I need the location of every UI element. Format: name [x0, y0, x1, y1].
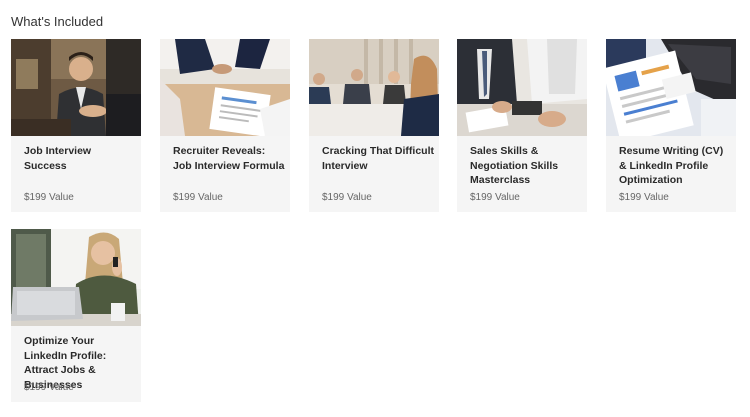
cv-laptop-photo[interactable] — [606, 39, 736, 136]
course-title[interactable]: Resume Writing (CV) & LinkedIn Profile O… — [619, 144, 731, 188]
course-value: $199 Value — [619, 192, 669, 203]
handshake-office-photo[interactable] — [11, 39, 141, 136]
course-value: $199 Value — [470, 192, 520, 203]
course-card-cracking-interview[interactable]: Cracking That Difficult Interview $199 V… — [309, 39, 439, 212]
course-card-sales-skills[interactable]: Sales Skills & Negotiation Skills Master… — [457, 39, 587, 212]
course-value: $199 Value — [24, 192, 74, 203]
negotiation-meeting-photo[interactable] — [457, 39, 587, 136]
course-card-job-interview-success[interactable]: Job Interview Success $199 Value — [11, 39, 141, 212]
course-title[interactable]: Job Interview Success — [24, 144, 136, 173]
course-value: $199 Value — [322, 192, 372, 203]
course-value: $199 Value — [173, 192, 223, 203]
course-title[interactable]: Recruiter Reveals: Job Interview Formula — [173, 144, 285, 173]
course-title[interactable]: Cracking That Difficult Interview — [322, 144, 434, 173]
resume-review-photo[interactable] — [160, 39, 290, 136]
course-value: $199 Value — [24, 382, 74, 393]
course-title[interactable]: Sales Skills & Negotiation Skills Master… — [470, 144, 582, 188]
course-card-optimize-linkedin[interactable]: Optimize Your LinkedIn Profile: Attract … — [11, 229, 141, 402]
interview-panel-photo[interactable] — [309, 39, 439, 136]
woman-laptop-phone-photo[interactable] — [11, 229, 141, 326]
section-title: What's Included — [11, 14, 104, 29]
course-card-recruiter-reveals[interactable]: Recruiter Reveals: Job Interview Formula… — [160, 39, 290, 212]
course-card-resume-writing[interactable]: Resume Writing (CV) & LinkedIn Profile O… — [606, 39, 736, 212]
